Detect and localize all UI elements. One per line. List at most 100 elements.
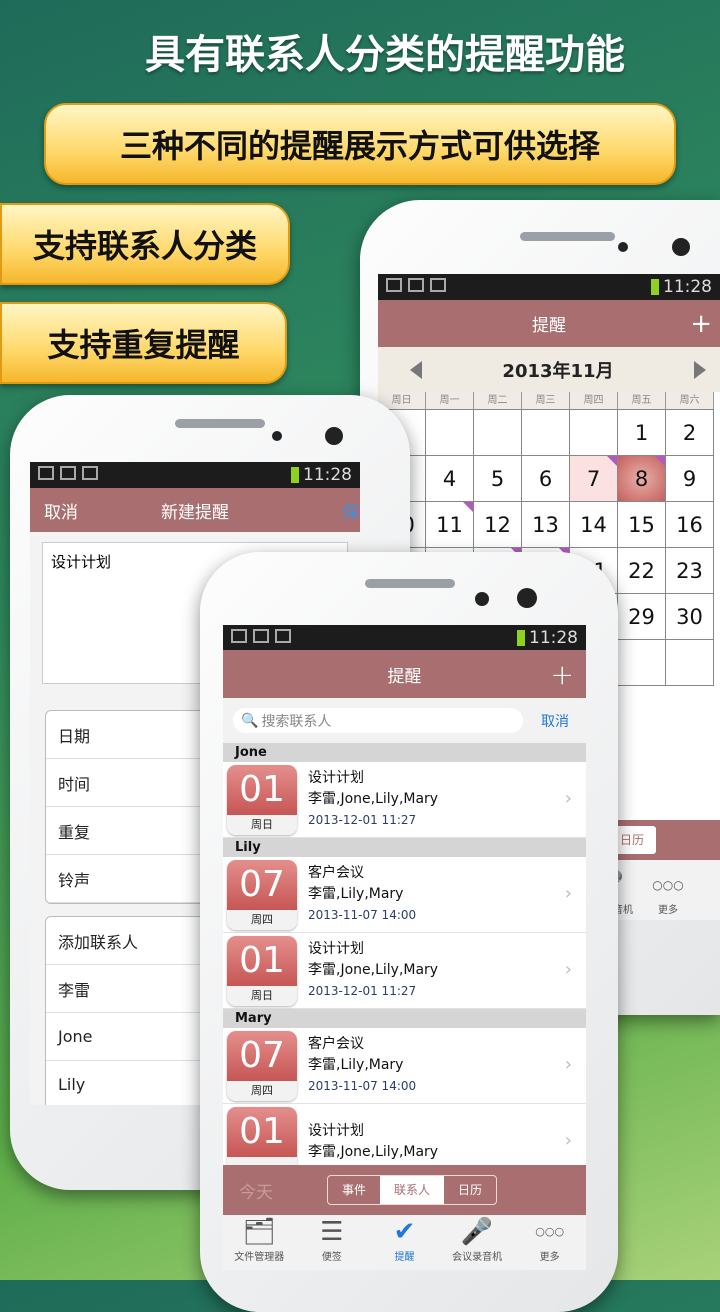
contact-section-header: Mary	[223, 1009, 586, 1028]
banner-display-modes: 三种不同的提醒展示方式可供选择	[44, 103, 676, 185]
cancel-button[interactable]: 取消	[44, 498, 78, 523]
reminder-title: 设计计划	[308, 770, 364, 786]
calendar-day[interactable]: 30	[666, 594, 714, 640]
tab-1[interactable]: ☰ 便签	[302, 1216, 362, 1263]
title: 提醒	[387, 666, 422, 687]
calendar-day[interactable]: 1	[618, 410, 666, 456]
view-segmented-control: 事件 联系人 日历	[327, 1175, 498, 1205]
date-badge: 01	[227, 1106, 297, 1165]
weekday: 周四	[227, 909, 297, 930]
reminder-title: 客户会议	[308, 865, 364, 881]
folder-icon: 🗂	[242, 1217, 276, 1247]
calendar-day[interactable]: 15	[618, 502, 666, 548]
segment-0[interactable]: 事件	[328, 1176, 380, 1204]
day-number: 01	[227, 935, 297, 986]
date-badge: 07 周四	[227, 859, 297, 930]
reminder-time: 2013-11-07 14:00	[308, 908, 417, 922]
checkmark-icon: ✔	[393, 1217, 416, 1247]
reminder-list[interactable]: Jone 01 周日 设计计划 李雷,Jone,Lily,Mary 2013-12-01 …	[223, 743, 586, 1165]
segment-2[interactable]: 日历	[444, 1176, 496, 1204]
list-screen: 11:28 提醒 + 🔍 搜索联系人 取消 Jone 01 周日 设计计划 李雷,Jone,…	[223, 625, 586, 1270]
tab-2[interactable]: ✔ 提醒	[374, 1216, 434, 1263]
date-badge: 01 周日	[227, 935, 297, 1006]
speaker	[365, 579, 455, 588]
add-button[interactable]: +	[551, 658, 574, 691]
cancel-search-button[interactable]: 取消	[541, 711, 569, 731]
calendar-day[interactable]: 29	[618, 594, 666, 640]
reminder-contacts: 李雷,Jone,Lily,Mary	[308, 1143, 439, 1160]
today-button[interactable]: 今天	[239, 1178, 273, 1203]
calendar-day[interactable]: 2	[666, 410, 714, 456]
search-row: 🔍 搜索联系人 取消	[223, 698, 586, 743]
chevron-right-icon: ›	[564, 1130, 572, 1151]
reminder-time: 2013-11-07 14:00	[308, 1079, 417, 1093]
calendar-day[interactable]: 5	[474, 456, 522, 502]
weekday-header: 周二	[474, 392, 522, 410]
tab-0[interactable]: 🗂 文件管理器	[229, 1216, 289, 1263]
calendar-day[interactable]	[522, 410, 570, 456]
clock: 11:28	[663, 277, 712, 297]
headline: 具有联系人分类的提醒功能	[145, 32, 625, 78]
calendar-day[interactable]: 13	[522, 502, 570, 548]
chevron-right-icon: ›	[564, 788, 572, 809]
next-month-icon[interactable]	[694, 360, 706, 379]
list-item[interactable]: 07 周四 客户会议 李雷,Lily,Mary 2013-11-07 14:00 ›	[223, 1028, 586, 1104]
segment-1[interactable]: 联系人	[380, 1176, 445, 1204]
day-number: 07	[227, 1030, 297, 1081]
camera	[672, 238, 690, 256]
save-button[interactable]: 保	[342, 498, 359, 523]
sensor	[618, 242, 628, 252]
date-badge: 01 周日	[227, 764, 297, 835]
tab-label: 便签	[321, 1252, 342, 1263]
reminder-contacts: 李雷,Jone,Lily,Mary	[308, 791, 439, 807]
list-item[interactable]: 01 周日 设计计划 李雷,Jone,Lily,Mary 2013-12-01 11:2…	[223, 762, 586, 838]
tab-3[interactable]: 🎤 会议录音机	[447, 1216, 507, 1263]
weekday: 周日	[227, 985, 297, 1006]
list-item[interactable]: 07 周四 客户会议 李雷,Lily,Mary 2013-11-07 14:00 ›	[223, 857, 586, 933]
title: 新建提醒	[161, 502, 229, 523]
chevron-right-icon: ›	[564, 959, 572, 980]
camera	[325, 427, 343, 445]
calendar-day[interactable]: 12	[474, 502, 522, 548]
calendar-day[interactable]	[426, 410, 474, 456]
calendar-title-bar: 提醒 +	[378, 300, 720, 347]
calendar-day[interactable]: 11	[426, 502, 474, 548]
chevron-right-icon: ›	[564, 883, 572, 904]
calendar-day[interactable]: 16	[666, 502, 714, 548]
calendar-day[interactable]: 9	[666, 456, 714, 502]
more-icon: ○○○	[535, 1225, 565, 1238]
list-item[interactable]: 01 设计计划 李雷,Jone,Lily,Mary ›	[223, 1104, 586, 1165]
calendar-day[interactable]: 7	[570, 456, 618, 502]
calendar-day[interactable]: 22	[618, 548, 666, 594]
list-item[interactable]: 01 周日 设计计划 李雷,Jone,Lily,Mary 2013-12-01 11:2…	[223, 933, 586, 1009]
list-title-bar: 提醒 +	[223, 650, 586, 698]
weekday: 周日	[227, 814, 297, 835]
search-input[interactable]: 🔍 搜索联系人	[233, 708, 523, 733]
phone-contact-list: 11:28 提醒 + 🔍 搜索联系人 取消 Jone 01 周日 设计计划 李雷,Jone,…	[200, 552, 618, 1312]
tab-more[interactable]: ○○○ 更多	[638, 869, 698, 916]
calendar-day[interactable]: 6	[522, 456, 570, 502]
speaker	[175, 419, 265, 428]
calendar-day[interactable]	[474, 410, 522, 456]
tab-4[interactable]: ○○○ 更多	[520, 1216, 580, 1263]
calendar-day[interactable]: 8	[618, 456, 666, 502]
weekday: 周四	[227, 1080, 297, 1101]
tab-label: 提醒	[394, 1252, 415, 1263]
sensor	[272, 431, 282, 441]
tab-label: 更多	[658, 905, 678, 916]
prev-month-icon[interactable]	[410, 360, 422, 379]
chevron-right-icon: ›	[564, 1054, 572, 1075]
calendar-day[interactable]: 4	[426, 456, 474, 502]
day-number: 01	[227, 1106, 297, 1157]
calendar-day[interactable]	[666, 640, 714, 686]
calendar-day[interactable]	[570, 410, 618, 456]
reminder-title: 设计计划	[308, 941, 364, 957]
calendar-day[interactable]: 14	[570, 502, 618, 548]
calendar-day[interactable]: 23	[666, 548, 714, 594]
add-button[interactable]: +	[690, 309, 712, 339]
reminder-time: 2013-12-01 11:27	[308, 984, 417, 998]
status-bar: 11:28	[378, 274, 720, 300]
notes-icon: ☰	[320, 1217, 344, 1247]
view-switch-bar: 今天 事件 联系人 日历	[223, 1165, 586, 1215]
calendar-day[interactable]	[618, 640, 666, 686]
